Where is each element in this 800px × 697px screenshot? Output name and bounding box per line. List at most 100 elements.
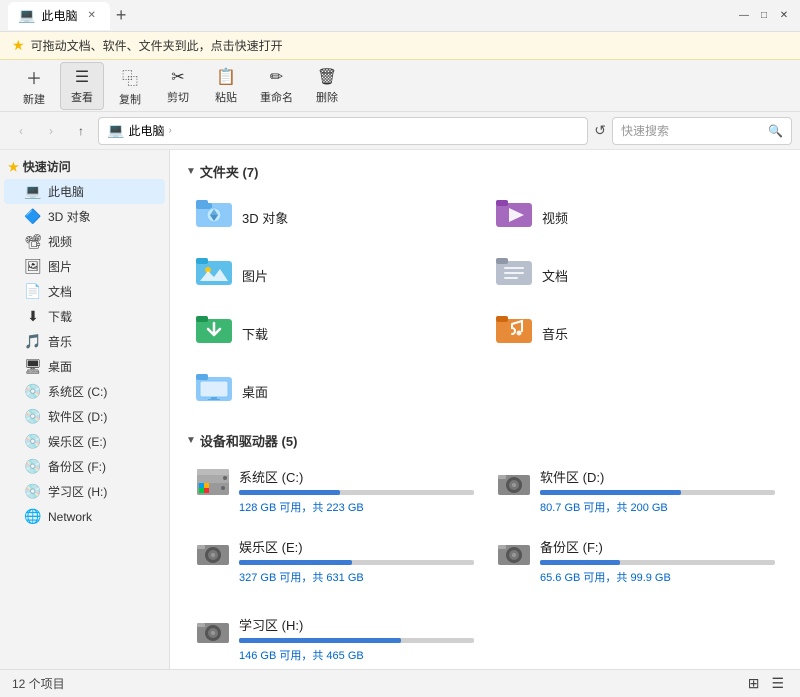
drive-d-bar <box>540 490 681 495</box>
sidebar-item-drive-e[interactable]: 💿 娱乐区 (E:) <box>4 429 165 454</box>
tip-text: 可拖动文档、软件、文件夹到此，点击快速打开 <box>31 37 283 54</box>
drive-f-label: 备份区 (F:) <box>48 458 106 475</box>
drive-e-info: 娱乐区 (E:) 327 GB 可用，共 631 GB <box>239 537 474 585</box>
drive-e-name: 娱乐区 (E:) <box>239 537 474 556</box>
sidebar-item-documents[interactable]: 📄 文档 <box>4 279 165 304</box>
folder-music[interactable]: 音乐 <box>486 305 784 361</box>
toolbar-paste-button[interactable]: 📋 粘贴 <box>204 63 248 109</box>
refresh-button[interactable]: ↺ <box>592 120 608 141</box>
folder-pictures[interactable]: 图片 <box>186 247 484 303</box>
address-bar: ‹ › ↑ 💻 此电脑 › ↺ 快速搜索 🔍 <box>0 112 800 150</box>
drives-section-title: 设备和驱动器 (5) <box>200 431 298 450</box>
cut-icon: ✂ <box>171 67 184 87</box>
toolbar-rename-button[interactable]: ✏ 重命名 <box>252 63 301 109</box>
sidebar-item-network[interactable]: 🌐 Network <box>4 504 165 529</box>
list-view-button[interactable]: ☰ <box>767 673 788 694</box>
sidebar-item-drive-h[interactable]: 💿 学习区 (H:) <box>4 479 165 504</box>
path-pc-label: 此电脑 <box>128 122 164 139</box>
video-label: 视频 <box>48 233 72 250</box>
tab-this-pc[interactable]: 💻 此电脑 ✕ <box>8 2 110 30</box>
folder-downloads[interactable]: 下载 <box>186 305 484 361</box>
copy-icon: ⿻ <box>122 65 138 89</box>
drive-c[interactable]: 系统区 (C:) 128 GB 可用，共 223 GB <box>186 458 483 524</box>
search-box[interactable]: 快速搜索 🔍 <box>612 117 792 145</box>
pictures-label: 图片 <box>48 258 72 275</box>
drive-d-info: 软件区 (D:) 80.7 GB 可用，共 200 GB <box>540 467 775 515</box>
drive-c-space: 128 GB 可用，共 223 GB <box>239 499 474 515</box>
title-bar: 💻 此电脑 ✕ + — □ ✕ <box>0 0 800 32</box>
3d-label: 3D 对象 <box>48 208 91 225</box>
folder-3d-icon <box>194 195 234 239</box>
drive-e[interactable]: 娱乐区 (E:) 327 GB 可用，共 631 GB <box>186 528 483 594</box>
folder-3d[interactable]: 3D 对象 <box>186 189 484 245</box>
drive-f[interactable]: 备份区 (F:) 65.6 GB 可用，共 99.9 GB <box>487 528 784 594</box>
drive-h-bar-container <box>239 638 474 643</box>
folder-documents[interactable]: 文档 <box>486 247 784 303</box>
quick-access-label: 快速访问 <box>23 158 71 175</box>
drive-c-info: 系统区 (C:) 128 GB 可用，共 223 GB <box>239 467 474 515</box>
drive-h[interactable]: 学习区 (H:) 146 GB 可用，共 465 GB <box>186 606 483 669</box>
drive-f-space: 65.6 GB 可用，共 99.9 GB <box>540 569 775 585</box>
folder-desktop[interactable]: 桌面 <box>186 363 484 419</box>
this-pc-label: 此电脑 <box>48 183 84 200</box>
toolbar-copy-button[interactable]: ⿻ 复制 <box>108 61 152 111</box>
pictures-icon: 🖼 <box>24 258 42 275</box>
folder-3d-label: 3D 对象 <box>242 208 288 227</box>
rename-label: 重命名 <box>260 89 293 105</box>
paste-label: 粘贴 <box>215 89 237 105</box>
drive-e-bar <box>239 560 352 565</box>
sidebar-item-3d[interactable]: 🔷 3D 对象 <box>4 204 165 229</box>
forward-button[interactable]: › <box>38 118 64 144</box>
toolbar-new-button[interactable]: ＋ 新建 <box>12 61 56 111</box>
drive-e-icon <box>195 537 231 576</box>
back-button[interactable]: ‹ <box>8 118 34 144</box>
downloads-icon: ⬇ <box>24 308 42 325</box>
sidebar-item-drive-d[interactable]: 💿 软件区 (D:) <box>4 404 165 429</box>
folder-desktop-label: 桌面 <box>242 382 268 401</box>
drive-d-label: 软件区 (D:) <box>48 408 107 425</box>
close-button[interactable]: ✕ <box>776 8 792 24</box>
minimize-button[interactable]: — <box>736 8 752 24</box>
folder-downloads-label: 下载 <box>242 324 268 343</box>
tip-bar: ★ 可拖动文档、软件、文件夹到此，点击快速打开 <box>0 32 800 60</box>
toolbar-view-button[interactable]: ☰ 查看 <box>60 62 104 110</box>
toolbar-cut-button[interactable]: ✂ 剪切 <box>156 63 200 109</box>
folder-pictures-label: 图片 <box>242 266 268 285</box>
music-icon: 🎵 <box>24 333 42 350</box>
drive-h-info: 学习区 (H:) 146 GB 可用，共 465 GB <box>239 615 474 663</box>
toolbar-delete-button[interactable]: 🗑 删除 <box>305 63 349 109</box>
folder-video[interactable]: 视频 <box>486 189 784 245</box>
sidebar-item-desktop[interactable]: 🖥 桌面 <box>4 354 165 379</box>
video-icon: 📽 <box>24 233 42 250</box>
sidebar-item-video[interactable]: 📽 视频 <box>4 229 165 254</box>
drives-section-header[interactable]: ▼ 设备和驱动器 (5) <box>186 431 784 450</box>
drive-c-icon <box>195 467 231 506</box>
maximize-button[interactable]: □ <box>756 8 772 24</box>
grid-view-button[interactable]: ⊞ <box>744 673 764 694</box>
status-bar: 12 个项目 ⊞ ☰ <box>0 669 800 697</box>
desktop-label: 桌面 <box>48 358 72 375</box>
new-tab-button[interactable]: + <box>110 5 133 26</box>
address-path[interactable]: 💻 此电脑 › <box>98 117 588 145</box>
sidebar-item-pictures[interactable]: 🖼 图片 <box>4 254 165 279</box>
sidebar-item-music[interactable]: 🎵 音乐 <box>4 329 165 354</box>
drive-d[interactable]: 软件区 (D:) 80.7 GB 可用，共 200 GB <box>487 458 784 524</box>
toolbar: ＋ 新建 ☰ 查看 ⿻ 复制 ✂ 剪切 📋 粘贴 ✏ 重命名 🗑 删除 <box>0 60 800 112</box>
sidebar-item-this-pc[interactable]: 💻 此电脑 <box>4 179 165 204</box>
delete-label: 删除 <box>316 89 338 105</box>
up-button[interactable]: ↑ <box>68 118 94 144</box>
title-bar-left: 💻 此电脑 ✕ + <box>8 2 736 30</box>
drive-f-info: 备份区 (F:) 65.6 GB 可用，共 99.9 GB <box>540 537 775 585</box>
sidebar-item-drive-f[interactable]: 💿 备份区 (F:) <box>4 454 165 479</box>
folders-section-header[interactable]: ▼ 文件夹 (7) <box>186 162 784 181</box>
3d-icon: 🔷 <box>24 208 42 225</box>
sidebar-item-downloads[interactable]: ⬇ 下载 <box>4 304 165 329</box>
drive-d-bar-container <box>540 490 775 495</box>
tab-close-button[interactable]: ✕ <box>83 8 99 23</box>
drive-h-name: 学习区 (H:) <box>239 615 474 634</box>
window-controls: — □ ✕ <box>736 8 792 24</box>
folder-documents-label: 文档 <box>542 266 568 285</box>
sidebar-item-drive-c[interactable]: 💿 系统区 (C:) <box>4 379 165 404</box>
quick-access-section[interactable]: ★ 快速访问 <box>0 154 169 179</box>
main-layout: ★ 快速访问 💻 此电脑 🔷 3D 对象 📽 视频 🖼 图片 📄 文档 ⬇ 下载 <box>0 150 800 669</box>
